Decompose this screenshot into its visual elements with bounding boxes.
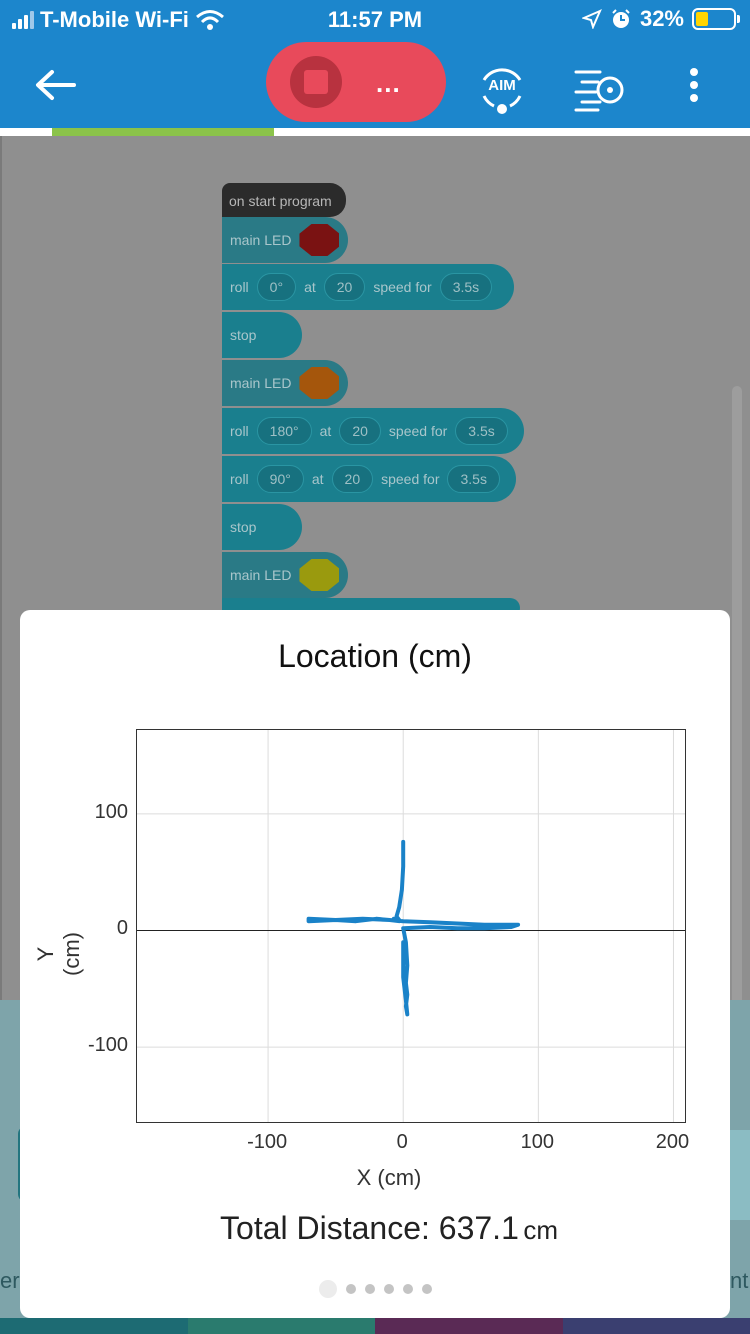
footer-tabs bbox=[0, 1318, 750, 1334]
program-list-icon[interactable] bbox=[572, 62, 626, 116]
location-path bbox=[306, 839, 521, 1017]
page-dot[interactable] bbox=[383, 1284, 394, 1294]
heading-input[interactable]: 0° bbox=[256, 273, 297, 301]
speed-for-label: speed for bbox=[388, 423, 448, 439]
block-label: stop bbox=[230, 327, 257, 343]
on-start-block[interactable]: on start program bbox=[222, 183, 346, 217]
heading-input[interactable]: 180° bbox=[256, 417, 312, 445]
led-block[interactable]: main LED bbox=[222, 552, 348, 598]
roll-block[interactable]: roll 90° at 20 speed for 3.5s bbox=[222, 456, 516, 502]
battery-percent: 32% bbox=[639, 6, 684, 31]
duration-input[interactable]: 3.5s bbox=[455, 417, 508, 445]
led-color-swatch[interactable] bbox=[299, 367, 340, 399]
at-label: at bbox=[304, 279, 316, 295]
footer-tab[interactable] bbox=[0, 1318, 188, 1334]
stop-program-button[interactable]: ... bbox=[266, 42, 446, 122]
page-dot[interactable] bbox=[364, 1284, 375, 1294]
aim-label: AIM bbox=[488, 77, 516, 94]
at-label: at bbox=[311, 471, 324, 487]
battery-icon bbox=[692, 8, 740, 30]
block-label: main LED bbox=[230, 232, 292, 248]
top-bar: T-Mobile Wi-Fi 11:57 PM 32% ... AIM bbox=[0, 0, 750, 130]
block-label: main LED bbox=[230, 567, 292, 583]
total-distance: Total Distance: 637.1 cm bbox=[20, 1210, 750, 1247]
status-right: 32% bbox=[581, 6, 740, 32]
page-dot[interactable] bbox=[402, 1284, 413, 1294]
more-vertical-icon[interactable] bbox=[686, 68, 702, 108]
duration-input[interactable]: 3.5s bbox=[447, 465, 500, 493]
aim-button[interactable]: AIM bbox=[474, 60, 530, 116]
page-dot[interactable] bbox=[345, 1284, 356, 1294]
speed-input[interactable]: 20 bbox=[331, 465, 374, 493]
speed-for-label: speed for bbox=[373, 279, 432, 295]
heading-input[interactable]: 90° bbox=[256, 465, 304, 493]
back-arrow-icon[interactable] bbox=[30, 60, 80, 110]
y-tick-label: -100 bbox=[87, 1034, 128, 1057]
roll-block[interactable]: roll 0° at 20 speed for 3.5s bbox=[222, 264, 514, 310]
side-text-left: er bbox=[0, 1268, 20, 1293]
stop-status-dots: ... bbox=[376, 68, 401, 98]
block-label: roll bbox=[230, 423, 249, 439]
location-plot bbox=[136, 729, 686, 1123]
plot-canvas bbox=[137, 730, 685, 1122]
total-distance-unit: cm bbox=[523, 1215, 558, 1245]
footer-tab[interactable] bbox=[562, 1318, 750, 1334]
speed-input[interactable]: 20 bbox=[339, 417, 381, 445]
page-dot[interactable] bbox=[421, 1284, 432, 1294]
led-block[interactable]: main LED bbox=[222, 360, 348, 406]
total-distance-value: Total Distance: 637.1 bbox=[220, 1210, 519, 1246]
x-axis-label: X (cm) bbox=[356, 1165, 422, 1190]
location-modal: Location (cm) -100 0 100 200 100 0 -100 Y (cm)… bbox=[20, 610, 730, 1318]
block-label: roll bbox=[230, 471, 249, 487]
side-text-right: nt bbox=[730, 1268, 749, 1293]
x-tick-label: 0 bbox=[396, 1131, 408, 1153]
led-block[interactable]: main LED bbox=[222, 217, 348, 263]
roll-block[interactable]: roll 180° at 20 speed for 3.5s bbox=[222, 408, 524, 454]
stop-block[interactable]: stop bbox=[222, 504, 302, 550]
speed-input[interactable]: 20 bbox=[323, 273, 366, 301]
x-tick-label: 200 bbox=[655, 1131, 690, 1153]
stop-block[interactable]: stop bbox=[222, 312, 302, 358]
speed-for-label: speed for bbox=[381, 471, 440, 487]
canvas-scrollbar[interactable] bbox=[732, 386, 742, 1096]
at-label: at bbox=[319, 423, 332, 439]
x-tick-label: -100 bbox=[247, 1131, 288, 1153]
stop-icon bbox=[290, 56, 342, 108]
y-axis-label: Y (cm) bbox=[33, 932, 84, 976]
footer-tab[interactable] bbox=[187, 1318, 375, 1334]
block-label: roll bbox=[230, 279, 249, 295]
status-bar: T-Mobile Wi-Fi 11:57 PM 32% bbox=[0, 0, 750, 40]
led-color-swatch[interactable] bbox=[299, 224, 340, 256]
alarm-icon bbox=[612, 9, 630, 28]
block-label: stop bbox=[230, 519, 257, 535]
y-tick-label: 100 bbox=[94, 800, 128, 823]
block-label: main LED bbox=[230, 375, 292, 391]
page-dot[interactable] bbox=[318, 1280, 337, 1298]
modal-title: Location (cm) bbox=[278, 638, 472, 674]
x-tick-label: 100 bbox=[520, 1131, 555, 1153]
footer-tab[interactable] bbox=[375, 1318, 563, 1334]
duration-input[interactable]: 3.5s bbox=[439, 273, 493, 301]
led-color-swatch[interactable] bbox=[299, 559, 340, 591]
progress-fill bbox=[52, 128, 274, 136]
page-indicator[interactable] bbox=[20, 1280, 730, 1298]
location-arrow-icon bbox=[581, 9, 602, 29]
